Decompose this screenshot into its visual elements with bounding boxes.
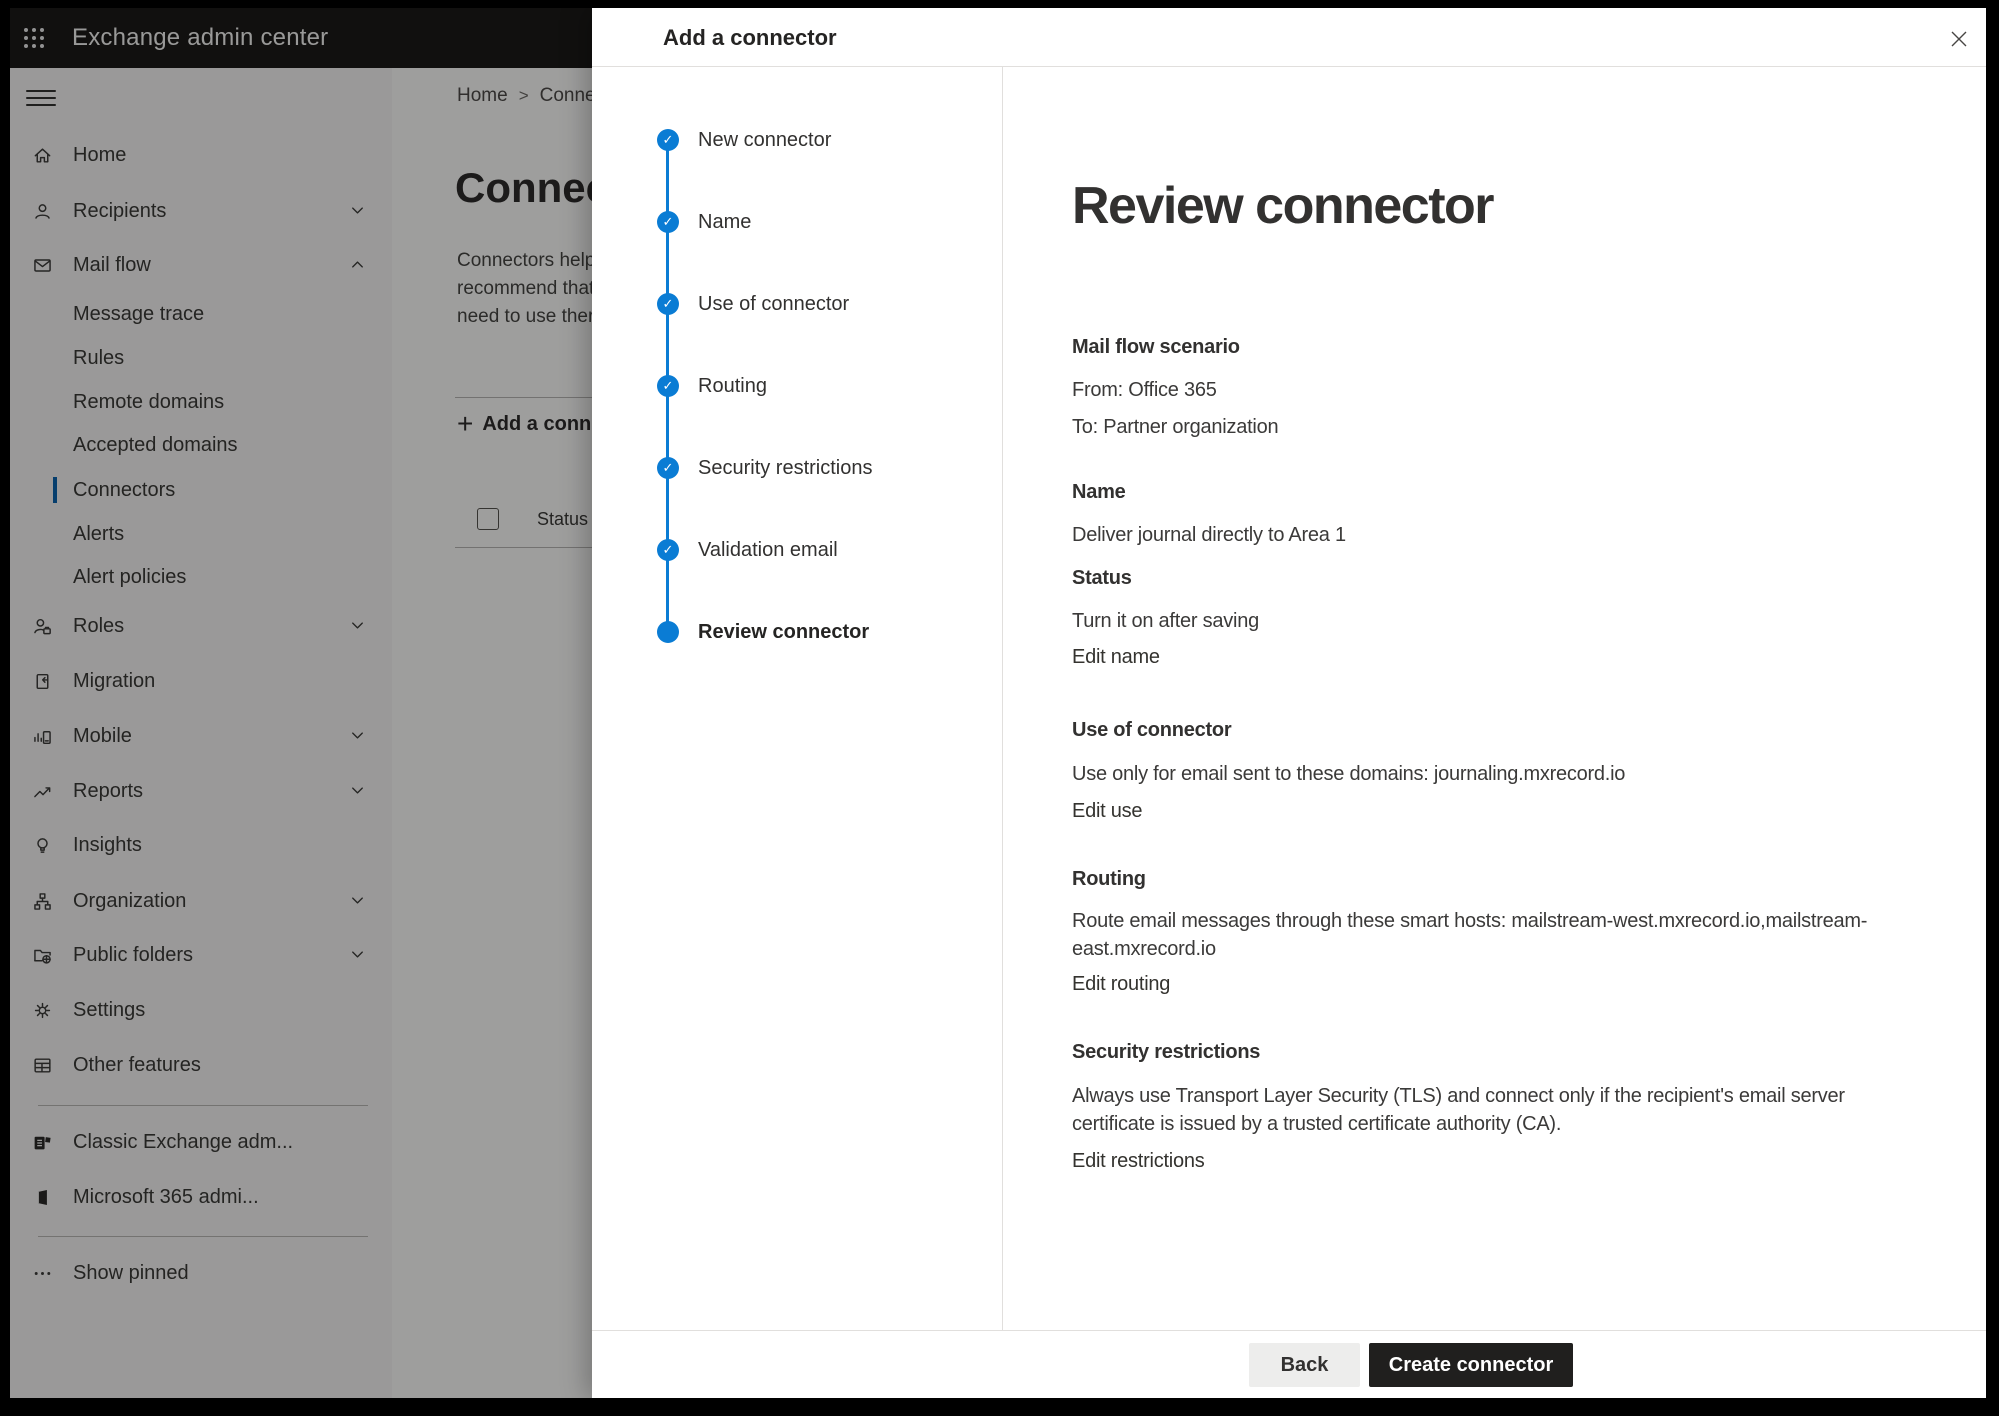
step-name[interactable]: ✓ Name bbox=[592, 202, 992, 242]
use-of-connector-value: Use only for email sent to these domains… bbox=[1072, 760, 1922, 788]
screenshot-frame bbox=[0, 0, 1999, 8]
edit-routing-link[interactable]: Edit routing bbox=[1072, 970, 1922, 998]
section-header-status: Status bbox=[1072, 564, 1922, 592]
step-use-of-connector[interactable]: ✓ Use of connector bbox=[592, 284, 992, 324]
step-routing[interactable]: ✓ Routing bbox=[592, 366, 992, 406]
screenshot-frame bbox=[1986, 0, 1999, 1416]
review-heading: Review connector bbox=[1072, 176, 1493, 236]
step-review-connector[interactable]: Review connector bbox=[592, 612, 992, 652]
section-header-routing: Routing bbox=[1072, 865, 1922, 893]
screenshot-frame bbox=[0, 0, 10, 1416]
mail-flow-to-value: To: Partner organization bbox=[1072, 413, 1922, 441]
steps-divider bbox=[1002, 66, 1003, 1330]
back-button[interactable]: Back bbox=[1249, 1343, 1360, 1387]
step-complete-icon: ✓ bbox=[657, 539, 679, 561]
routing-value: Route email messages through these smart… bbox=[1072, 907, 1922, 963]
connector-name-value: Deliver journal directly to Area 1 bbox=[1072, 521, 1922, 549]
step-complete-icon: ✓ bbox=[657, 375, 679, 397]
step-current-icon bbox=[657, 621, 679, 643]
create-connector-button[interactable]: Create connector bbox=[1369, 1343, 1573, 1387]
mail-flow-from-value: From: Office 365 bbox=[1072, 376, 1922, 404]
screenshot-frame bbox=[0, 1398, 1999, 1416]
section-header-name: Name bbox=[1072, 478, 1922, 506]
panel-header-divider bbox=[592, 66, 1986, 67]
edit-name-link[interactable]: Edit name bbox=[1072, 643, 1922, 671]
step-complete-icon: ✓ bbox=[657, 129, 679, 151]
step-complete-icon: ✓ bbox=[657, 211, 679, 233]
section-header-use-of-connector: Use of connector bbox=[1072, 716, 1922, 744]
step-security-restrictions[interactable]: ✓ Security restrictions bbox=[592, 448, 992, 488]
step-validation-email[interactable]: ✓ Validation email bbox=[592, 530, 992, 570]
panel-title: Add a connector bbox=[663, 25, 837, 51]
close-button[interactable] bbox=[1941, 21, 1977, 57]
step-complete-icon: ✓ bbox=[657, 293, 679, 315]
step-complete-icon: ✓ bbox=[657, 457, 679, 479]
edit-restrictions-link[interactable]: Edit restrictions bbox=[1072, 1147, 1922, 1175]
close-icon bbox=[1950, 30, 1968, 48]
step-new-connector[interactable]: ✓ New connector bbox=[592, 120, 992, 160]
security-restrictions-value: Always use Transport Layer Security (TLS… bbox=[1072, 1082, 1922, 1138]
footer-divider bbox=[592, 1330, 1986, 1331]
section-header-mail-flow-scenario: Mail flow scenario bbox=[1072, 333, 1922, 361]
edit-use-link[interactable]: Edit use bbox=[1072, 797, 1922, 825]
add-connector-panel: Add a connector ✓ New connector ✓ Name ✓… bbox=[592, 8, 1986, 1398]
status-value: Turn it on after saving bbox=[1072, 607, 1922, 635]
section-header-security-restrictions: Security restrictions bbox=[1072, 1038, 1922, 1066]
